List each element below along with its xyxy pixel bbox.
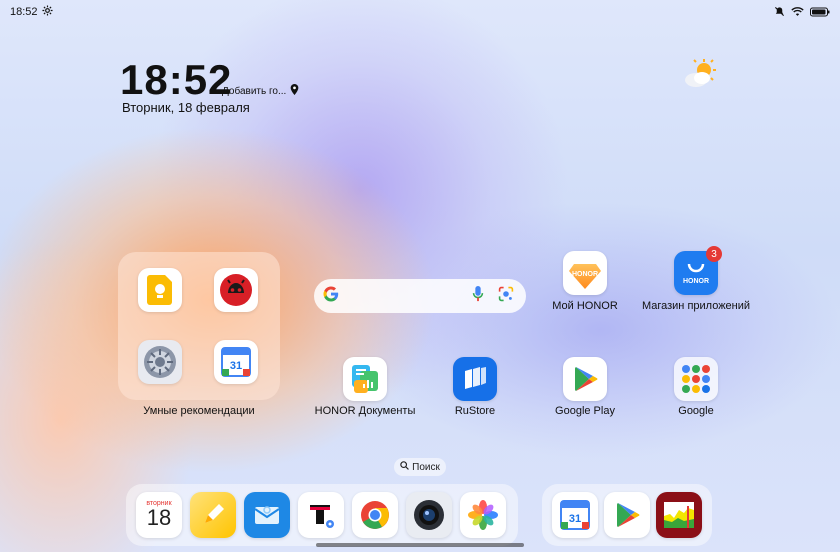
clock-widget-time[interactable]: 18:52 bbox=[120, 56, 232, 104]
add-city-label: Добавить го... bbox=[222, 85, 287, 97]
magnifier-icon bbox=[400, 461, 409, 473]
app-search-pill[interactable]: Поиск bbox=[394, 458, 446, 476]
notification-badge: 3 bbox=[706, 246, 722, 262]
google-folder[interactable] bbox=[674, 357, 718, 401]
location-pin-icon bbox=[290, 84, 299, 98]
status-time: 18:52 bbox=[10, 6, 38, 18]
weather-partly-cloudy-icon[interactable] bbox=[682, 58, 718, 95]
notes-app[interactable] bbox=[190, 492, 236, 538]
my-honor-logo-text: HONOR bbox=[572, 271, 598, 278]
calendar-app[interactable]: вторник 18 bbox=[136, 492, 182, 538]
gcal-dock-day: 31 bbox=[569, 513, 581, 525]
email-app[interactable] bbox=[244, 492, 290, 538]
honor-docs-app[interactable] bbox=[343, 357, 387, 401]
mute-bell-icon bbox=[774, 4, 785, 22]
dock-google-calendar-app[interactable]: 31 bbox=[552, 492, 598, 538]
rustore-app[interactable] bbox=[453, 357, 497, 401]
google-calendar-icon[interactable]: 31 bbox=[214, 340, 258, 384]
settings-gear-icon bbox=[41, 5, 53, 19]
google-lens-icon[interactable] bbox=[498, 286, 514, 307]
clock-widget-location[interactable]: Добавить го... bbox=[222, 84, 299, 98]
tbank-app[interactable] bbox=[298, 492, 344, 538]
status-bar-left: 18:52 bbox=[10, 5, 53, 19]
battery-icon bbox=[810, 4, 830, 22]
google-keep-icon[interactable] bbox=[138, 268, 182, 312]
rustore-label: RuStore bbox=[454, 405, 496, 417]
clock-widget-date: Вторник, 18 февраля bbox=[122, 100, 250, 115]
app-store-app[interactable]: HONOR 3 bbox=[674, 246, 722, 295]
dock-google-play-app[interactable] bbox=[604, 492, 650, 538]
settings-icon[interactable] bbox=[138, 340, 182, 384]
calendar-day-number: 18 bbox=[146, 504, 172, 530]
antutu-icon[interactable] bbox=[214, 268, 258, 312]
my-honor-app[interactable]: HONOR bbox=[563, 251, 607, 295]
home-gesture-bar[interactable] bbox=[316, 543, 524, 547]
voice-search-mic-icon[interactable] bbox=[472, 285, 484, 307]
gcal-folder-day: 31 bbox=[230, 360, 242, 372]
gallery-app[interactable] bbox=[460, 492, 506, 538]
chrome-app[interactable] bbox=[352, 492, 398, 538]
google-search-widget[interactable] bbox=[314, 279, 526, 313]
dock-recent: 31 bbox=[542, 484, 712, 546]
benchmark-app[interactable] bbox=[656, 492, 702, 538]
status-bar-right bbox=[774, 4, 830, 22]
honor-docs-label: HONOR Документы bbox=[314, 405, 416, 417]
google-g-icon bbox=[322, 285, 340, 308]
search-pill-label: Поиск bbox=[412, 461, 440, 473]
dock-main: вторник 18 bbox=[126, 484, 518, 546]
folder-label: Умные рекомендации bbox=[143, 405, 255, 417]
google-folder-label: Google bbox=[678, 405, 714, 417]
google-play-label: Google Play bbox=[555, 405, 615, 417]
wifi-icon bbox=[791, 4, 804, 22]
app-store-label: Магазин приложений bbox=[641, 300, 751, 312]
google-play-app[interactable] bbox=[563, 357, 607, 401]
smart-recommendations-folder[interactable]: 31 bbox=[118, 252, 280, 400]
camera-app[interactable] bbox=[406, 492, 452, 538]
my-honor-label: Мой HONOR bbox=[552, 300, 618, 312]
app-store-logo-text: HONOR bbox=[683, 278, 709, 285]
